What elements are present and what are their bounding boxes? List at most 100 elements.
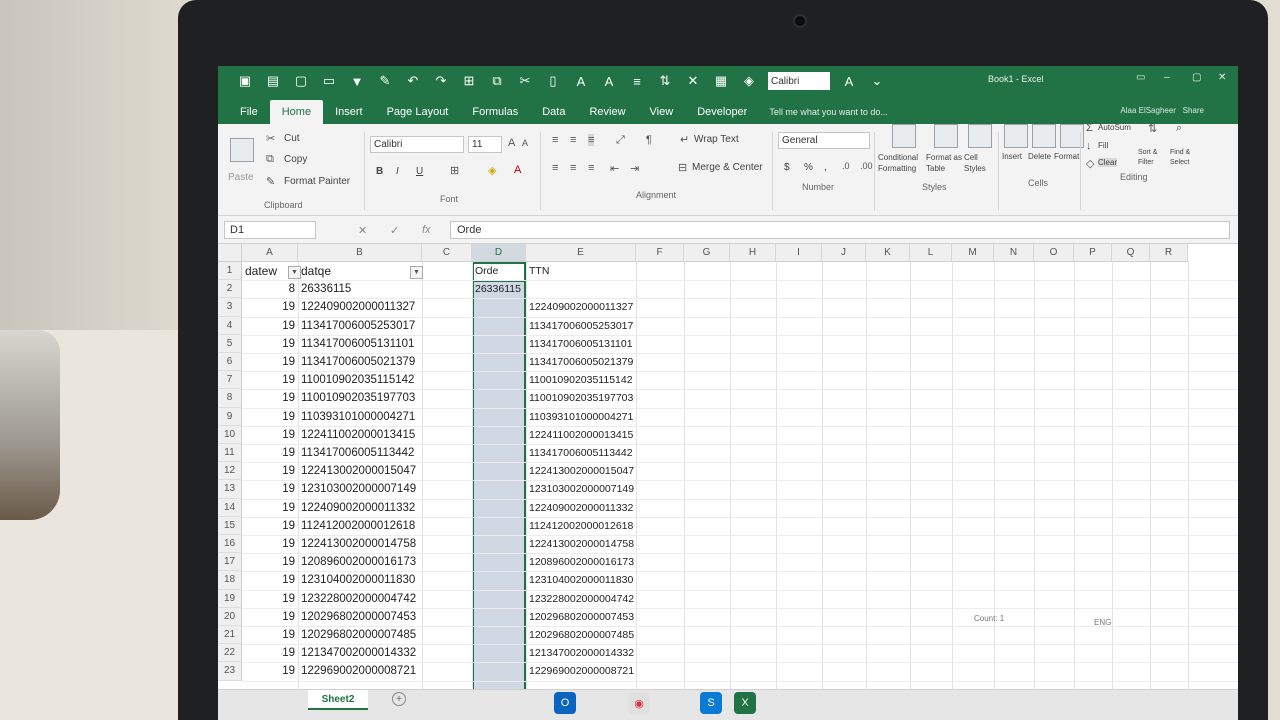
column-header-r[interactable]: R — [1150, 244, 1188, 262]
font-grow-icon[interactable]: A — [572, 72, 590, 90]
cell-a9[interactable]: 19 — [245, 408, 295, 426]
row-header-9[interactable]: 9 — [218, 407, 242, 426]
cell-a11[interactable]: 19 — [245, 444, 295, 462]
autosum-icon[interactable]: Σ — [1086, 122, 1093, 134]
column-header-h[interactable]: H — [730, 244, 776, 262]
find-select-button[interactable]: Find & Select — [1170, 148, 1200, 168]
cell-a19[interactable]: 19 — [245, 590, 295, 608]
fill-color-icon[interactable]: ◈ — [740, 72, 758, 90]
cell-e4[interactable]: 113417006005253017 — [529, 317, 633, 335]
tab-review[interactable]: Review — [577, 106, 637, 124]
cell-e21[interactable]: 120296802000007485 — [529, 626, 634, 644]
cell-e9[interactable]: 110393101000004271 — [529, 408, 633, 426]
cell-e11[interactable]: 113417006005113442 — [529, 444, 633, 462]
paste-button[interactable]: Paste — [228, 172, 254, 183]
cell-a8[interactable]: 19 — [245, 389, 295, 407]
row-header-11[interactable]: 11 — [218, 444, 242, 463]
name-box[interactable]: D1 — [224, 221, 316, 239]
tab-insert[interactable]: Insert — [323, 106, 375, 124]
fill-icon[interactable]: ↓ — [1086, 140, 1092, 152]
ribbon-display-icon[interactable]: ▭ — [1136, 72, 1145, 83]
row-header-22[interactable]: 22 — [218, 644, 242, 663]
align-bottom-icon[interactable]: ≡ — [588, 134, 595, 146]
cell-b4[interactable]: 113417006005253017 — [301, 317, 419, 335]
row-header-1[interactable]: 1 — [218, 262, 242, 281]
cell-styles-button[interactable]: Cell Styles — [964, 152, 998, 174]
merge-center-button[interactable]: Merge & Center — [692, 162, 763, 173]
formula-input[interactable]: Orde — [450, 221, 1230, 239]
cell-b13[interactable]: 123103002000007149 — [301, 480, 419, 498]
row-header-15[interactable]: 15 — [218, 516, 242, 535]
increase-decimal-icon[interactable]: .0 — [842, 161, 850, 171]
format-painter-button[interactable]: Format Painter — [284, 176, 350, 187]
open-folder-icon[interactable]: ▭ — [320, 72, 338, 90]
close-icon[interactable]: ✕ — [1218, 72, 1226, 83]
wrap-text-icon[interactable]: ↵ — [680, 133, 689, 146]
select-all-corner[interactable] — [218, 244, 242, 262]
borders-icon[interactable]: ⊞ — [460, 72, 478, 90]
font-color-icon[interactable]: A — [840, 72, 858, 90]
row-header-20[interactable]: 20 — [218, 607, 242, 626]
rtl-icon[interactable]: ¶ — [646, 134, 652, 146]
column-header-l[interactable]: L — [910, 244, 952, 262]
format-cells-button[interactable]: Format — [1054, 152, 1079, 161]
cell-styles-icon[interactable] — [968, 124, 992, 148]
comma-style-icon[interactable]: , — [824, 161, 827, 173]
cell-e17[interactable]: 120896002000016173 — [529, 553, 634, 571]
cell-b12[interactable]: 122413002000015047 — [301, 462, 419, 480]
maximize-icon[interactable]: ▢ — [1192, 72, 1201, 83]
cell-a6[interactable]: 19 — [245, 353, 295, 371]
merge-icon[interactable]: ⊟ — [678, 161, 687, 174]
cell-b6[interactable]: 113417006005021379 — [301, 353, 419, 371]
clear-icon[interactable]: ◇ — [1086, 157, 1094, 170]
tab-formulas[interactable]: Formulas — [460, 106, 530, 124]
column-header-n[interactable]: N — [994, 244, 1034, 262]
cell-e14[interactable]: 122409002000011332 — [529, 499, 633, 517]
cell-a23[interactable]: 19 — [245, 662, 295, 680]
row-header-16[interactable]: 16 — [218, 535, 242, 554]
align-top-icon[interactable]: ≡ — [552, 134, 558, 146]
cell-e6[interactable]: 113417006005021379 — [529, 353, 633, 371]
decrease-indent-icon[interactable]: ⇤ — [610, 162, 619, 175]
column-header-p[interactable]: P — [1074, 244, 1112, 262]
row-header-3[interactable]: 3 — [218, 298, 242, 317]
cell-e3[interactable]: 122409002000011327 — [529, 298, 633, 316]
shrink-font-icon[interactable]: A — [522, 138, 528, 148]
cell-b22[interactable]: 121347002000014332 — [301, 644, 419, 662]
cell-b19[interactable]: 123228002000004742 — [301, 590, 419, 608]
cell-e5[interactable]: 113417006005131101 — [529, 335, 633, 353]
row-header-2[interactable]: 2 — [218, 280, 242, 299]
copy-button[interactable]: Copy — [284, 154, 307, 165]
percent-button[interactable]: % — [804, 162, 813, 173]
format-as-table-button[interactable]: Format as Table — [926, 152, 966, 174]
row-header-4[interactable]: 4 — [218, 316, 242, 335]
row-header-21[interactable]: 21 — [218, 626, 242, 645]
font-name-select[interactable]: Calibri — [370, 136, 464, 153]
format-as-table-icon[interactable] — [934, 124, 958, 148]
clear-icon[interactable]: ✕ — [684, 72, 702, 90]
cell-a3[interactable]: 19 — [245, 298, 295, 316]
conditional-formatting-button[interactable]: Conditional Formatting — [878, 152, 930, 174]
row-header-17[interactable]: 17 — [218, 553, 242, 572]
cell-b3[interactable]: 122409002000011327 — [301, 298, 419, 316]
cell-a10[interactable]: 19 — [245, 426, 295, 444]
row-header-23[interactable]: 23 — [218, 662, 242, 681]
cell-e1-header[interactable]: TTN — [529, 262, 633, 280]
column-header-e[interactable]: E — [526, 244, 636, 262]
view-icon[interactable]: ▦ — [712, 72, 730, 90]
row-header-6[interactable]: 6 — [218, 353, 242, 372]
cell-e16[interactable]: 122413002000014758 — [529, 535, 634, 553]
save-as-icon[interactable]: ▤ — [264, 72, 282, 90]
column-header-i[interactable]: I — [776, 244, 822, 262]
tab-home[interactable]: Home — [269, 100, 324, 124]
paste-icon[interactable]: ▯ — [544, 72, 562, 90]
italic-button[interactable]: I — [396, 166, 399, 177]
autosum-button[interactable]: AutoSum — [1098, 123, 1131, 132]
number-format-select[interactable]: General — [778, 132, 870, 149]
row-header-7[interactable]: 7 — [218, 371, 242, 390]
cell-a5[interactable]: 19 — [245, 335, 295, 353]
row-header-14[interactable]: 14 — [218, 498, 242, 517]
column-header-q[interactable]: Q — [1112, 244, 1150, 262]
cell-a20[interactable]: 19 — [245, 608, 295, 626]
font-size-select[interactable]: 11 — [468, 136, 502, 153]
